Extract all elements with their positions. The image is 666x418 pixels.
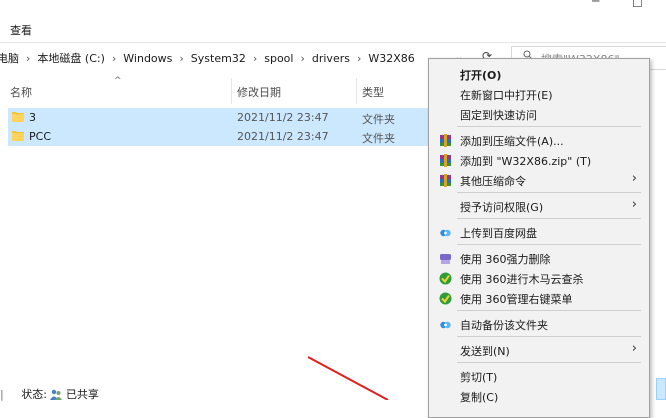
breadcrumb-drivers[interactable]: drivers bbox=[308, 52, 354, 65]
menu-item-add-zip[interactable]: 添加到 "W32X86.zip" (T) bbox=[429, 150, 649, 170]
status-view-glyph: | bbox=[0, 388, 4, 401]
menu-item-label: 其他压缩命令 bbox=[460, 175, 526, 188]
breadcrumb-w32x86[interactable]: W32X86 bbox=[364, 52, 418, 65]
menu-item-label: 使用 360进行木马云查杀 bbox=[460, 273, 584, 286]
menu-item-label: 固定到快速访问 bbox=[460, 109, 537, 122]
address-bar[interactable]: 电脑 › 本地磁盘 (C:) › Windows › System32 › sp… bbox=[0, 46, 500, 70]
menu-separator bbox=[457, 244, 641, 245]
menu-item-360-manage[interactable]: 使用 360管理右键菜单 bbox=[429, 288, 649, 308]
menu-separator bbox=[457, 336, 641, 337]
menu-item-auto-backup[interactable]: 自动备份该文件夹 bbox=[429, 314, 649, 334]
file-modified: 2021/11/2 23:47 bbox=[237, 130, 329, 143]
maximize-button[interactable]: ☐ bbox=[632, 0, 643, 10]
submenu-chevron-icon: › bbox=[631, 171, 637, 186]
breadcrumb-separator-icon: › bbox=[300, 51, 305, 65]
menu-item-send-to[interactable]: 发送到(N) › bbox=[429, 340, 649, 360]
menu-separator bbox=[457, 310, 641, 311]
shredder-icon bbox=[440, 254, 451, 264]
menu-item-label: 打开(O) bbox=[460, 69, 502, 82]
view-toggle-button[interactable] bbox=[656, 378, 666, 400]
menu-item-open[interactable]: 打开(O) bbox=[429, 64, 649, 84]
breadcrumb-pc[interactable]: 电脑 bbox=[0, 50, 23, 66]
breadcrumb-system32[interactable]: System32 bbox=[187, 52, 250, 65]
file-type: 文件夹 bbox=[362, 113, 395, 126]
breadcrumb-windows[interactable]: Windows bbox=[119, 52, 176, 65]
winrar-icon bbox=[440, 154, 451, 167]
menu-item-label: 授予访问权限(G) bbox=[460, 201, 544, 214]
file-type: 文件夹 bbox=[362, 132, 395, 145]
menu-item-label: 复制(C) bbox=[460, 391, 499, 404]
folder-icon bbox=[12, 131, 24, 141]
ribbon-divider bbox=[0, 42, 666, 43]
menu-item-other-compress[interactable]: 其他压缩命令 › bbox=[429, 170, 649, 190]
menu-item-grant-access[interactable]: 授予访问权限(G) › bbox=[429, 196, 649, 216]
minimize-button[interactable]: ─ bbox=[592, 0, 599, 8]
column-header-type[interactable]: 类型 bbox=[362, 84, 384, 100]
menu-item-add-archive[interactable]: 添加到压缩文件(A)... bbox=[429, 130, 649, 150]
360-shield-icon bbox=[439, 272, 452, 285]
menu-item-label: 添加到 "W32X86.zip" (T) bbox=[460, 155, 592, 168]
menu-item-360-force-delete[interactable]: 使用 360强力删除 bbox=[429, 248, 649, 268]
column-header-name[interactable]: 名称 bbox=[10, 84, 32, 100]
menu-item-open-new-window[interactable]: 在新窗口中打开(E) bbox=[429, 84, 649, 104]
column-header-modified[interactable]: 修改日期 bbox=[237, 84, 281, 100]
menu-item-label: 添加到压缩文件(A)... bbox=[460, 135, 564, 148]
file-modified: 2021/11/2 23:47 bbox=[237, 111, 329, 124]
winrar-icon bbox=[440, 174, 451, 187]
menu-item-label: 剪切(T) bbox=[460, 371, 498, 384]
breadcrumb-separator-icon: › bbox=[179, 51, 184, 65]
column-separator[interactable] bbox=[231, 78, 232, 104]
winrar-icon bbox=[440, 134, 451, 147]
folder-icon bbox=[12, 112, 24, 122]
baidu-netdisk-icon bbox=[440, 321, 451, 329]
menu-item-cut[interactable]: 剪切(T) bbox=[429, 366, 649, 386]
status-shared-text: 已共享 bbox=[65, 388, 99, 401]
menu-separator bbox=[457, 192, 641, 193]
red-arrow-line bbox=[307, 356, 389, 400]
file-name: PCC bbox=[29, 130, 51, 143]
breadcrumb-spool[interactable]: spool bbox=[260, 52, 297, 65]
menu-item-label: 发送到(N) bbox=[460, 345, 510, 358]
menu-separator bbox=[457, 218, 641, 219]
shared-users-icon bbox=[50, 389, 63, 400]
360-shield-icon bbox=[439, 292, 452, 305]
file-row[interactable]: 3 2021/11/2 23:47 文件夹 bbox=[8, 108, 428, 127]
baidu-netdisk-icon bbox=[440, 229, 451, 237]
menu-separator bbox=[457, 126, 641, 127]
column-separator[interactable] bbox=[356, 78, 357, 104]
breadcrumb-separator-icon: › bbox=[252, 51, 258, 65]
menu-separator bbox=[457, 362, 641, 363]
context-menu: 打开(O) 在新窗口中打开(E) 固定到快速访问 添加到压缩文件(A)... 添… bbox=[428, 58, 650, 418]
menu-item-label: 自动备份该文件夹 bbox=[460, 319, 548, 332]
breadcrumb-separator-icon: › bbox=[111, 51, 117, 65]
menu-item-copy[interactable]: 复制(C) bbox=[429, 386, 649, 406]
submenu-chevron-icon: › bbox=[631, 341, 637, 356]
status-label: 状态: bbox=[21, 388, 47, 401]
submenu-chevron-icon: › bbox=[631, 197, 637, 212]
menu-item-label: 在新窗口中打开(E) bbox=[460, 89, 553, 102]
menu-item-360-scan[interactable]: 使用 360进行木马云查杀 bbox=[429, 268, 649, 288]
menu-item-label: 使用 360管理右键菜单 bbox=[460, 293, 573, 306]
menu-item-pin-quick-access[interactable]: 固定到快速访问 bbox=[429, 104, 649, 124]
menu-item-label: 上传到百度网盘 bbox=[460, 227, 537, 240]
file-row[interactable]: PCC 2021/11/2 23:47 文件夹 bbox=[8, 127, 428, 146]
breadcrumb-separator-icon: › bbox=[26, 51, 31, 65]
menu-item-label: 使用 360强力删除 bbox=[460, 253, 551, 266]
breadcrumb-c-drive[interactable]: 本地磁盘 (C:) bbox=[33, 50, 108, 66]
breadcrumb-separator-icon: › bbox=[356, 51, 362, 65]
ribbon-tab-view[interactable]: 查看 bbox=[10, 22, 32, 38]
sort-ascending-icon: ^ bbox=[114, 76, 122, 86]
menu-item-upload-baidu[interactable]: 上传到百度网盘 bbox=[429, 222, 649, 242]
file-name: 3 bbox=[29, 111, 36, 124]
